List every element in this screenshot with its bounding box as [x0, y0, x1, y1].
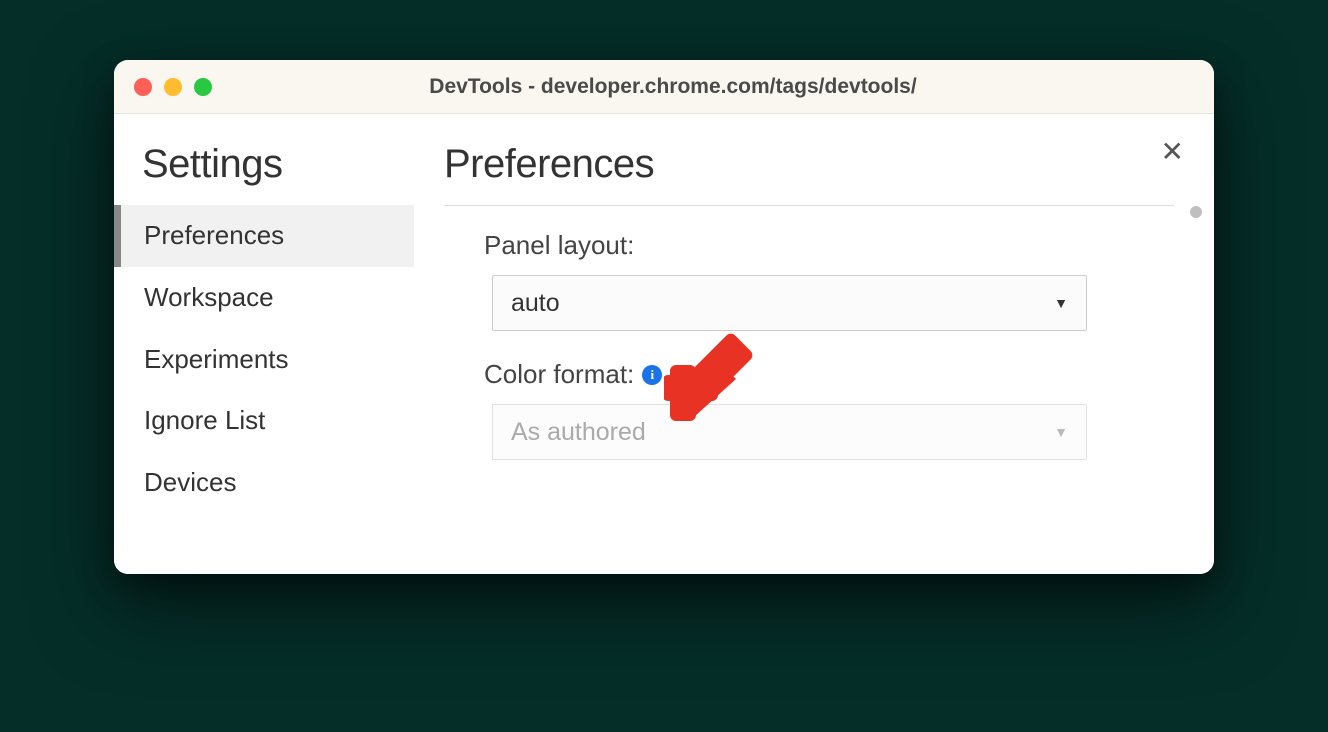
preferences-panel: Preferences Panel layout: auto ▼ Color f… — [414, 114, 1214, 574]
info-icon[interactable]: i — [642, 365, 662, 385]
devtools-settings-window: DevTools - developer.chrome.com/tags/dev… — [114, 60, 1214, 574]
settings-content: ✕ Settings Preferences Workspace Experim… — [114, 114, 1214, 574]
setting-color-format: Color format: i As authored ▼ — [444, 359, 1174, 460]
select-value: As authored — [511, 418, 646, 447]
divider — [444, 205, 1174, 206]
settings-sidebar: Settings Preferences Workspace Experimen… — [114, 114, 414, 574]
window-title: DevTools - developer.chrome.com/tags/dev… — [152, 75, 1194, 99]
color-format-label: Color format: i — [484, 359, 1174, 390]
page-title: Preferences — [444, 142, 1174, 187]
sidebar-item-workspace[interactable]: Workspace — [114, 267, 414, 329]
sidebar-item-label: Preferences — [144, 220, 284, 250]
titlebar: DevTools - developer.chrome.com/tags/dev… — [114, 60, 1214, 114]
select-value: auto — [511, 289, 560, 318]
sidebar-item-label: Experiments — [144, 344, 289, 374]
panel-layout-label: Panel layout: — [484, 230, 1174, 261]
sidebar-item-label: Workspace — [144, 282, 274, 312]
sidebar-item-ignore-list[interactable]: Ignore List — [114, 390, 414, 452]
window-close-icon[interactable] — [134, 78, 152, 96]
chevron-down-icon: ▼ — [1054, 424, 1068, 440]
chevron-down-icon: ▼ — [1054, 295, 1068, 311]
sidebar-item-label: Devices — [144, 467, 236, 497]
panel-layout-select[interactable]: auto ▼ — [492, 275, 1087, 331]
setting-panel-layout: Panel layout: auto ▼ — [444, 230, 1174, 331]
sidebar-title: Settings — [142, 142, 414, 187]
color-format-select: As authored ▼ — [492, 404, 1087, 460]
sidebar-item-label: Ignore List — [144, 405, 265, 435]
color-format-label-text: Color format: — [484, 359, 634, 390]
sidebar-item-preferences[interactable]: Preferences — [114, 205, 414, 267]
sidebar-item-experiments[interactable]: Experiments — [114, 329, 414, 391]
sidebar-item-devices[interactable]: Devices — [114, 452, 414, 514]
